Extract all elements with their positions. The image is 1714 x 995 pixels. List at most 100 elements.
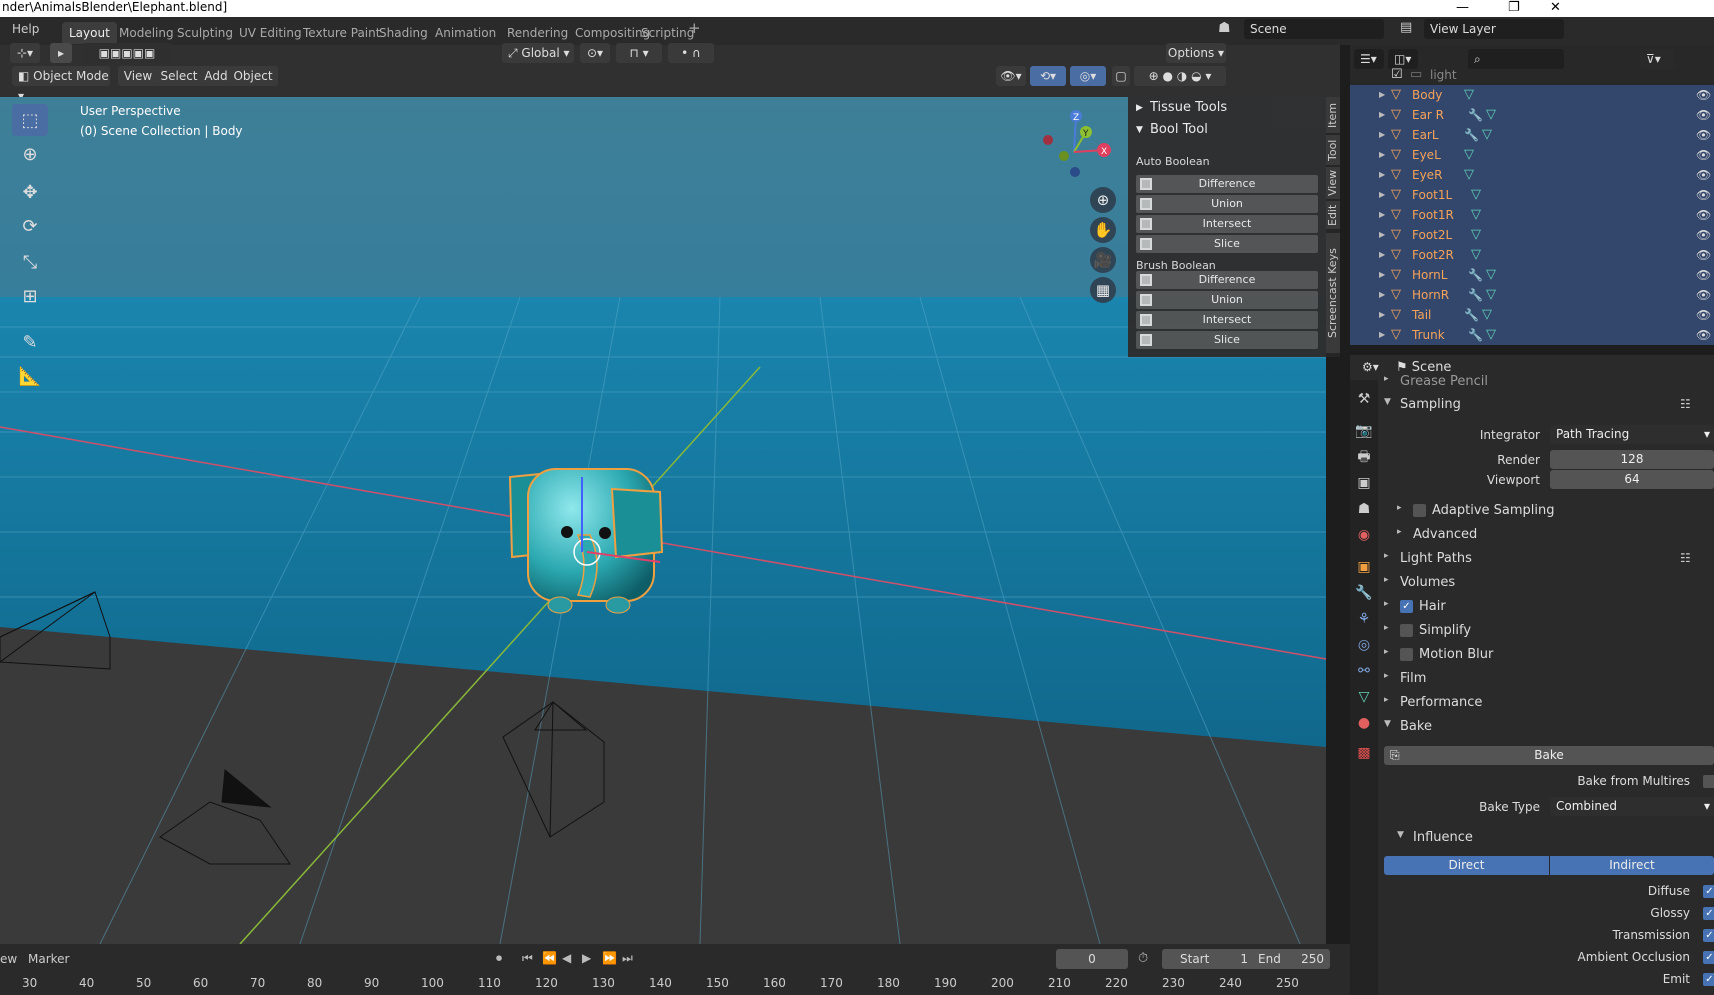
visibility-eye-icon[interactable]: 👁 — [1696, 205, 1711, 225]
overlay-toggle-icon[interactable]: ◎▾ — [1070, 66, 1106, 86]
restore-icon[interactable]: ❐ — [1508, 0, 1520, 15]
visibility-eye-icon[interactable]: 👁 — [1696, 325, 1711, 345]
data-tab-icon[interactable]: ▽ — [1354, 686, 1374, 708]
mesh-data-icon[interactable]: ▽ — [1464, 85, 1474, 105]
expand-icon[interactable]: ▶ — [1379, 225, 1385, 245]
outliner-row-foot2l[interactable]: ▶ ▽ Foot2L ▽ 👁 — [1350, 225, 1714, 245]
modifier-icon[interactable]: 🔧 — [1464, 125, 1479, 145]
viewport-menu-object[interactable]: Object — [228, 66, 278, 86]
particles-tab-icon[interactable]: ⚘ — [1354, 608, 1374, 630]
visibility-eye-icon[interactable]: 👁 — [1696, 185, 1711, 205]
select-tool-icon[interactable]: ▸ — [50, 43, 72, 63]
current-frame-field[interactable]: 0 — [1056, 949, 1128, 969]
outliner-row-tail[interactable]: ▶ ▽ Tail 🔧 ▽ 👁 — [1350, 305, 1714, 325]
outliner-row-trunk[interactable]: ▶ ▽ Trunk 🔧 ▽ 👁 — [1350, 325, 1714, 345]
sidebar-tab-tool[interactable]: Tool — [1326, 135, 1340, 165]
proportional-edit-icon[interactable]: • ∩ — [668, 43, 714, 63]
transform-orientation-dropdown[interactable]: ⤢ Global ▾ — [502, 43, 574, 63]
hair-checkbox[interactable]: ✓ — [1400, 600, 1413, 613]
influence-diffuse-checkbox[interactable]: ✓ — [1703, 885, 1714, 898]
expand-icon[interactable]: ▶ — [1379, 145, 1385, 165]
properties-editor-icon[interactable]: ⚙▾ — [1356, 357, 1386, 377]
scene-tab-icon[interactable]: ☗ — [1354, 498, 1374, 520]
mesh-data-icon[interactable]: ▽ — [1486, 285, 1496, 305]
influence-glossy-checkbox[interactable]: ✓ — [1703, 907, 1714, 920]
bake-from-multires-checkbox[interactable] — [1703, 775, 1714, 788]
bake-type-dropdown[interactable]: Combined ▾ — [1550, 797, 1714, 816]
select-box-icon[interactable]: ⬚ — [12, 104, 48, 136]
motion-blur-checkbox[interactable] — [1400, 648, 1413, 661]
end-frame-field[interactable]: End 250 — [1250, 949, 1330, 969]
auto-boolean-intersect-button[interactable]: Intersect — [1136, 215, 1318, 233]
outliner-row-eyel[interactable]: ▶ ▽ EyeL ▽ 👁 — [1350, 145, 1714, 165]
visibility-eye-icon[interactable]: 👁 — [1696, 165, 1711, 185]
start-frame-field[interactable]: Start 1 — [1162, 949, 1262, 969]
visibility-eye-icon[interactable]: 👁 — [1696, 265, 1711, 285]
tissue-tools-header[interactable]: ▶ Tissue Tools — [1128, 97, 1326, 119]
influence-ambient-occlusion-checkbox[interactable]: ✓ — [1703, 951, 1714, 964]
mesh-data-icon[interactable]: ▽ — [1486, 265, 1496, 285]
object-name[interactable]: Foot2L — [1412, 225, 1452, 245]
simplify-checkbox[interactable] — [1400, 624, 1413, 637]
jump-end-icon[interactable]: ⏭ — [622, 951, 633, 966]
clock-icon[interactable]: ⏱ — [1138, 951, 1148, 966]
list-icon[interactable]: ☷ — [1680, 397, 1691, 411]
modifier-icon[interactable]: 🔧 — [1468, 105, 1483, 125]
mesh-data-icon[interactable]: ▽ — [1471, 245, 1481, 265]
expand-icon[interactable]: ▶ — [1379, 285, 1385, 305]
mesh-data-icon[interactable]: ▽ — [1482, 125, 1492, 145]
expand-icon[interactable]: ▶ — [1379, 125, 1385, 145]
rotate-icon[interactable]: ⟳ — [12, 210, 48, 242]
sidebar-tab-item[interactable]: Item — [1326, 97, 1340, 133]
shading-mode-buttons[interactable]: ⊕ ● ◑ ◒ ▾ — [1134, 66, 1226, 86]
zoom-icon[interactable]: ⊕ — [1090, 187, 1116, 213]
workspace-tab-rendering[interactable]: Rendering — [500, 22, 575, 44]
gizmo-toggle-icon[interactable]: ⟲▾ — [1030, 66, 1066, 86]
modifier-icon[interactable]: 🔧 — [1468, 325, 1483, 345]
mesh-data-icon[interactable]: ▽ — [1486, 325, 1496, 345]
pivot-point-icon[interactable]: ⊙▾ — [580, 43, 610, 63]
outliner-row-earl[interactable]: ▶ ▽ EarL 🔧 ▽ 👁 — [1350, 125, 1714, 145]
expand-icon[interactable]: ▶ — [1379, 165, 1385, 185]
sidebar-tab-view[interactable]: View — [1326, 167, 1340, 199]
pan-icon[interactable]: ✋ — [1090, 217, 1116, 243]
object-name[interactable]: EyeR — [1412, 165, 1442, 185]
prev-keyframe-icon[interactable]: ⏪ — [542, 951, 557, 965]
visibility-icon[interactable]: 👁▾ — [996, 66, 1026, 86]
brush-boolean-difference-button[interactable]: Difference — [1136, 271, 1318, 289]
object-name[interactable]: EyeL — [1412, 145, 1441, 165]
mesh-data-icon[interactable]: ▽ — [1486, 105, 1496, 125]
timeline-marker-menu[interactable]: Marker — [28, 952, 69, 966]
play-reverse-icon[interactable]: ◀ — [562, 951, 571, 965]
outliner-row-hornr[interactable]: ▶ ▽ HornR 🔧 ▽ 👁 — [1350, 285, 1714, 305]
render-samples-field[interactable]: 128 — [1550, 450, 1714, 469]
outliner-row-body[interactable]: ▶ ▽ Body ▽ 👁 — [1350, 85, 1714, 105]
navigation-gizmo[interactable]: Z Y X — [1034, 104, 1114, 184]
menu-help[interactable]: Help — [12, 22, 39, 36]
selection-mode-buttons[interactable]: ▣▣▣▣▣ — [82, 43, 172, 63]
expand-icon[interactable]: ▶ — [1379, 185, 1385, 205]
visibility-eye-icon[interactable]: 👁 — [1696, 85, 1711, 105]
auto-boolean-difference-button[interactable]: Difference — [1136, 175, 1318, 193]
bool-tool-header[interactable]: ▼ Bool Tool — [1128, 119, 1326, 141]
texture-tab-icon[interactable]: ▩ — [1354, 742, 1374, 764]
scene-selector[interactable]: Scene — [1244, 19, 1384, 39]
object-name[interactable]: HornR — [1412, 285, 1449, 305]
workspace-tab-shading[interactable]: Shading — [372, 22, 435, 44]
tool-tab-icon[interactable]: ⚒ — [1354, 388, 1374, 410]
object-name[interactable]: Foot1R — [1412, 205, 1454, 225]
mode-dropdown[interactable]: ◧ Object Mode ▾ — [12, 66, 110, 103]
indirect-toggle[interactable]: Indirect — [1550, 856, 1714, 875]
mesh-data-icon[interactable]: ▽ — [1482, 305, 1492, 325]
modifier-icon[interactable]: 🔧 — [1468, 285, 1483, 305]
visibility-eye-icon[interactable]: 👁 — [1696, 285, 1711, 305]
object-name[interactable]: EarL — [1412, 125, 1439, 145]
expand-icon[interactable]: ▶ — [1379, 265, 1385, 285]
visibility-eye-icon[interactable]: 👁 — [1696, 145, 1711, 165]
brush-boolean-union-button[interactable]: Union — [1136, 291, 1318, 309]
bake-button[interactable]: ⎘ Bake — [1384, 746, 1714, 765]
constraints-tab-icon[interactable]: ⚯ — [1354, 660, 1374, 682]
mesh-data-icon[interactable]: ▽ — [1471, 185, 1481, 205]
viewport-samples-field[interactable]: 64 — [1550, 470, 1714, 489]
outliner-row-foot1l[interactable]: ▶ ▽ Foot1L ▽ 👁 — [1350, 185, 1714, 205]
